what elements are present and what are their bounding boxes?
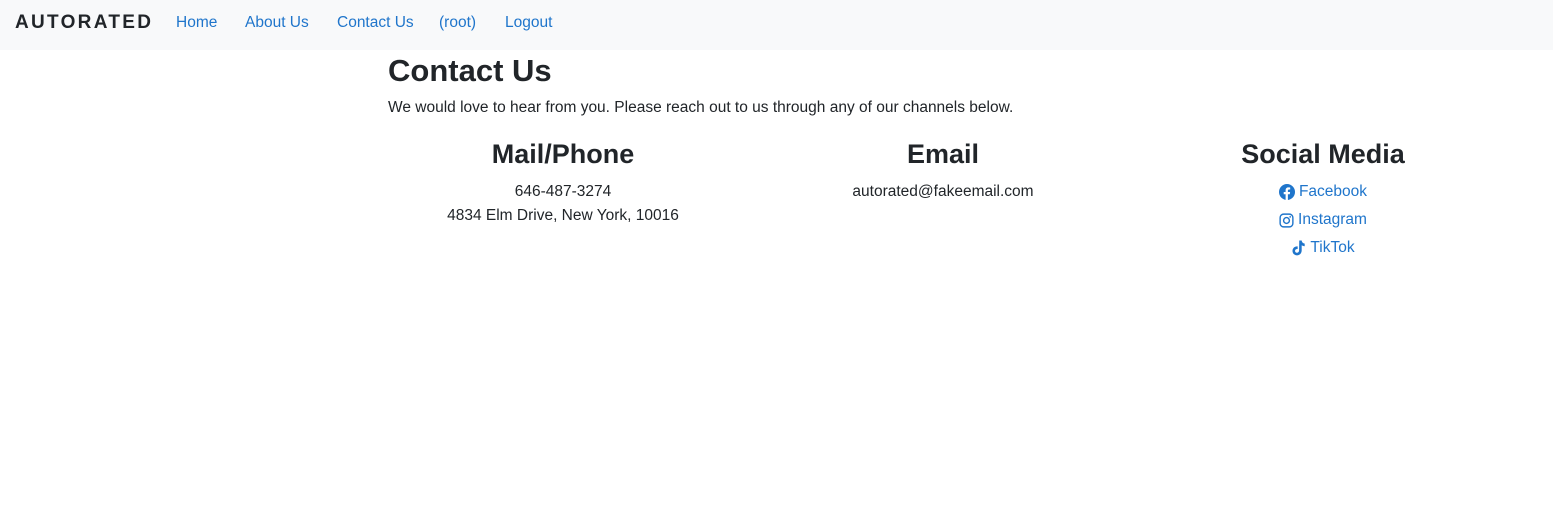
facebook-icon	[1278, 184, 1295, 200]
mail-phone-heading: Mail/Phone	[491, 139, 635, 169]
instagram-link[interactable]: Instagram	[1279, 208, 1367, 232]
tiktok-label: TikTok	[1310, 238, 1355, 256]
mailing-address: 4834 Elm Drive, New York, 10016	[447, 207, 679, 224]
nav-link-contact-us[interactable]: Contact Us	[337, 13, 414, 33]
social-media-heading: Social Media	[1241, 139, 1405, 169]
nav-link-logout[interactable]: Logout	[505, 13, 552, 33]
navbar: AUTORATED Home About Us Contact Us (root…	[0, 0, 1553, 50]
nav-link-user[interactable]: (root)	[439, 13, 476, 33]
mail-phone-section: Mail/Phone 646-487-3274 4834 Elm Drive, …	[387, 136, 739, 228]
phone-number: 646-487-3274	[514, 183, 612, 200]
instagram-icon	[1279, 212, 1294, 228]
social-item-instagram: Instagram	[1147, 208, 1499, 236]
email-heading: Email	[906, 139, 980, 169]
email-section: Email autorated@fakeemail.com	[767, 136, 1119, 204]
facebook-label: Facebook	[1298, 183, 1368, 200]
brand-logo[interactable]: AUTORATED	[15, 12, 153, 34]
nav-link-about-us[interactable]: About Us	[245, 13, 309, 33]
tiktok-icon	[1291, 240, 1306, 256]
tiktok-link[interactable]: TikTok	[1291, 236, 1355, 260]
intro-text: We would love to hear from you. Please r…	[388, 99, 1014, 116]
social-item-facebook: Facebook	[1147, 180, 1499, 208]
page-title: Contact Us	[388, 53, 552, 88]
social-media-section: Social Media Facebook Instagram TikTok	[1147, 136, 1499, 264]
instagram-label: Instagram	[1298, 211, 1367, 228]
facebook-link[interactable]: Facebook	[1278, 180, 1368, 204]
social-item-tiktok: TikTok	[1147, 236, 1499, 264]
nav-link-home[interactable]: Home	[176, 13, 217, 33]
email-address: autorated@fakeemail.com	[852, 183, 1034, 200]
